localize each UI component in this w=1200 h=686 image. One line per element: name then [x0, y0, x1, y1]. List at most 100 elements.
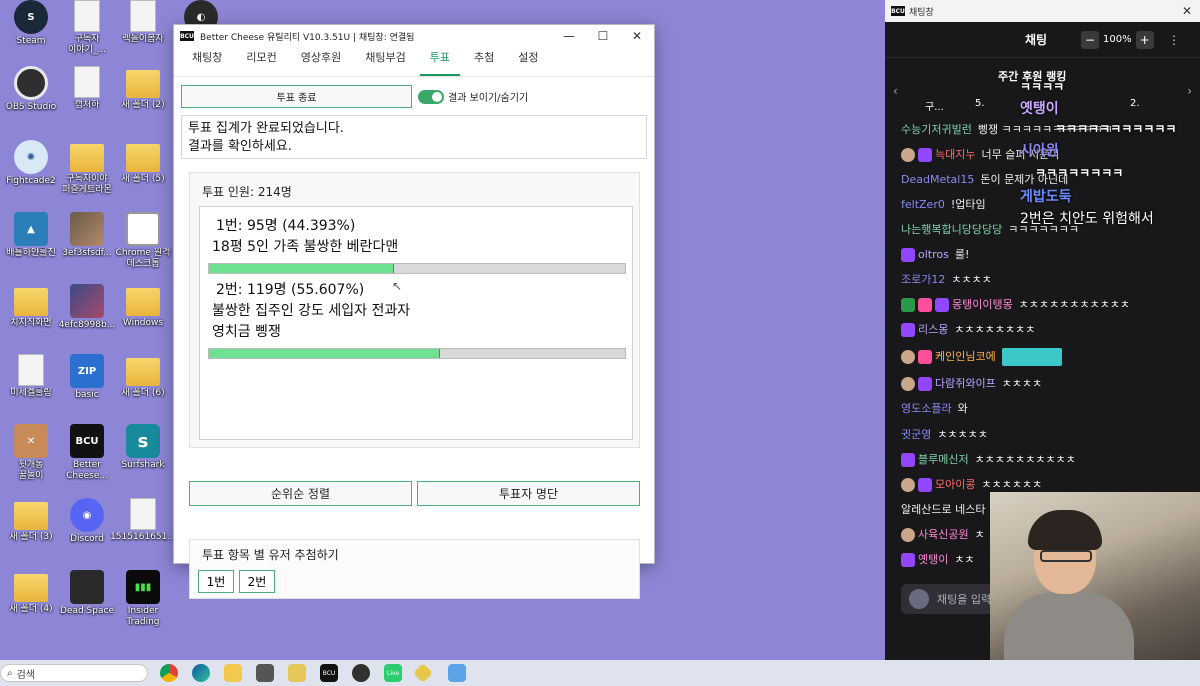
zoom-in-button[interactable]: + [1135, 30, 1154, 49]
user-draw-panel: 투표 항목 별 유저 추첨하기 1번 2번 [189, 539, 640, 599]
window-titlebar[interactable]: BCU Better Cheese 유틸리티 V10.3.51U | 채팅창: … [174, 25, 654, 47]
bcu-icon[interactable]: BCU [320, 664, 338, 682]
desktop-icon-file[interactable]: 렉돌이봄자 [110, 0, 176, 45]
discord-icon: ◉ [70, 498, 104, 532]
bcu-logo-icon: BCU [180, 31, 194, 41]
chat-nick[interactable]: 모아이콩 [935, 477, 975, 493]
chat-nick[interactable]: DeadMetal15 [901, 172, 974, 188]
chat-nick[interactable]: 케인인님코에 [935, 349, 996, 365]
end-vote-button[interactable]: 투표 종료 [181, 85, 412, 108]
tab-vote[interactable]: 투표 [419, 49, 460, 76]
chat-nick[interactable]: feltZer0 [901, 197, 945, 213]
chat-nick[interactable]: 늑대지누 [935, 147, 975, 163]
chat-nick[interactable]: 나는행복합니당당당당 [901, 222, 1002, 238]
chat-nick[interactable]: oltros [918, 247, 949, 263]
chat-nick[interactable]: 리스몽 [918, 322, 948, 338]
live-icon[interactable]: Live [384, 664, 402, 682]
close-icon[interactable]: ✕ [1182, 4, 1192, 18]
tab-remote[interactable]: 리모컨 [236, 49, 286, 76]
chat-nick[interactable]: 귓군영 [901, 427, 931, 443]
taskbar-search[interactable]: ⌕ 검색 [0, 664, 148, 682]
desktop-icon-surfshark[interactable]: s Surfshark [110, 424, 176, 471]
chat-message: 영도소플라 와 [901, 401, 968, 417]
chat-nick[interactable]: 블루메신저 [918, 452, 969, 468]
chat-text: ㅊㅊ [954, 553, 975, 566]
minimize-button[interactable]: — [552, 25, 586, 47]
chevron-left-icon[interactable]: ‹ [893, 84, 898, 98]
chat-titlebar[interactable]: BCU 채팅창 ✕ [885, 0, 1200, 22]
toggle-label: 결과 보이기/숨기기 [448, 93, 529, 104]
draw-option-2-button[interactable]: 2번 [239, 570, 275, 593]
ranking-item: 5. [975, 98, 985, 109]
desktop-icon-folder[interactable]: 새 폴더 (6) [110, 354, 176, 399]
bcu-icon: BCU [70, 424, 104, 458]
notepad-folder-icon[interactable] [288, 664, 306, 682]
chat-nick[interactable]: 옛탱이 [918, 552, 948, 568]
tab-bar: 채팅창 리모컨 영상후원 채팅부검 투표 추첨 설정 [174, 47, 654, 77]
desktop-icon-folder[interactable]: Windows [110, 284, 176, 329]
toggle-switch[interactable] [418, 89, 444, 104]
app-icon[interactable] [256, 664, 274, 682]
result-visibility-toggle[interactable]: 결과 보이기/숨기기 [418, 89, 528, 104]
chat-input-placeholder: 채팅을 입력 [937, 593, 992, 606]
chevron-right-icon[interactable]: › [1187, 84, 1192, 98]
chat-text: !업타임 [950, 198, 986, 211]
more-options-icon[interactable]: ⋮ [1168, 33, 1180, 47]
tab-settings[interactable]: 설정 [508, 49, 548, 76]
tab-chat-autopsy[interactable]: 채팅부검 [355, 49, 415, 76]
close-button[interactable]: ✕ [620, 25, 654, 47]
chat-message: 다람쥐와이프 ㅊㅊㅊㅊ [901, 376, 1042, 392]
zoom-out-button[interactable]: − [1081, 30, 1099, 49]
bcu-window: BCU Better Cheese 유틸리티 V10.3.51U | 채팅창: … [173, 24, 655, 599]
chat-nick[interactable]: 다람쥐와이프 [935, 376, 996, 392]
overlay-text: ㅋㅋㅋㅋㅋㅋㅋㅋㅋㅋㅋ [1055, 122, 1177, 136]
tab-chat[interactable]: 채팅창 [182, 49, 232, 76]
result-list[interactable]: 1번: 95명 (44.393%) 18평 5인 가족 불쌍한 베란다맨 2번:… [199, 206, 633, 440]
overlay-text: ㅋㅋㅋㅋㅋㅋㅋㅋ [1035, 166, 1124, 180]
voter-list-button[interactable]: 투표자 명단 [417, 481, 640, 506]
steam-icon: S [14, 0, 48, 34]
obs-icon[interactable] [352, 664, 370, 682]
chat-nick[interactable]: 조로가12 [901, 272, 945, 288]
sort-by-rank-button[interactable]: 순위순 정렬 [189, 481, 412, 506]
chrome-icon[interactable] [160, 664, 178, 682]
desktop-icon-file[interactable]: 1515161651... [110, 498, 176, 543]
chat-nick[interactable]: 수능기저귀빌런 [901, 122, 972, 138]
folder-icon [126, 70, 160, 98]
subscriber-badge-icon [901, 248, 915, 262]
notepad-icon[interactable] [448, 664, 466, 682]
ranking-item: 구... [925, 102, 944, 113]
desktop-icon-folder[interactable]: 새 폴더 (5) [110, 140, 176, 185]
option-2-text-line-2: 영치금 삥쟁 [212, 324, 281, 340]
emote-icon [1001, 348, 1062, 366]
subscriber-badge-icon [901, 553, 915, 567]
avatar [909, 589, 929, 609]
chat-message: oltros 룰! [901, 247, 969, 263]
chat-text: ㅊ [974, 528, 985, 541]
maximize-button[interactable]: ☐ [586, 25, 620, 47]
draw-option-1-button[interactable]: 1번 [198, 570, 234, 593]
edge-icon[interactable] [192, 664, 210, 682]
voter-count: 투표 인원: 214명 [202, 185, 292, 199]
tab-draw[interactable]: 추첨 [464, 49, 504, 76]
tab-video-donation[interactable]: 영상후원 [291, 49, 351, 76]
chat-nick[interactable]: 영도소플라 [901, 401, 952, 417]
chart-icon: ▮▮▮ [126, 570, 160, 604]
chat-text: ㅊㅊㅊㅊ [951, 273, 992, 286]
desktop-icon-insider-trading[interactable]: ▮▮▮ Insider Trading [110, 570, 176, 628]
file-explorer-icon[interactable] [224, 664, 242, 682]
ranking-item: 2. [1130, 98, 1140, 109]
chat-message: 귓군영 ㅊㅊㅊㅊㅊ [901, 427, 988, 443]
desktop-icon-folder[interactable]: 새 폴더 (2) [110, 66, 176, 111]
folder-icon [14, 574, 48, 602]
chat-nick[interactable]: 알레산드로 네스타 [901, 502, 985, 518]
chat-nick[interactable]: 사육신공원 [918, 527, 969, 543]
battle-icon: ▲ [14, 212, 48, 246]
sticker-icon[interactable] [413, 663, 433, 683]
avatar-icon [901, 478, 915, 492]
fightcade-icon: ✺ [14, 140, 48, 174]
desktop-icon-chrome-remote[interactable]: Chrome 원격 데스크톱 [110, 212, 176, 270]
chat-nick[interactable]: 몽탱이이탱몽 [952, 297, 1013, 313]
chat-message: feltZer0 !업타임 [901, 197, 986, 213]
avatar-icon [901, 528, 915, 542]
